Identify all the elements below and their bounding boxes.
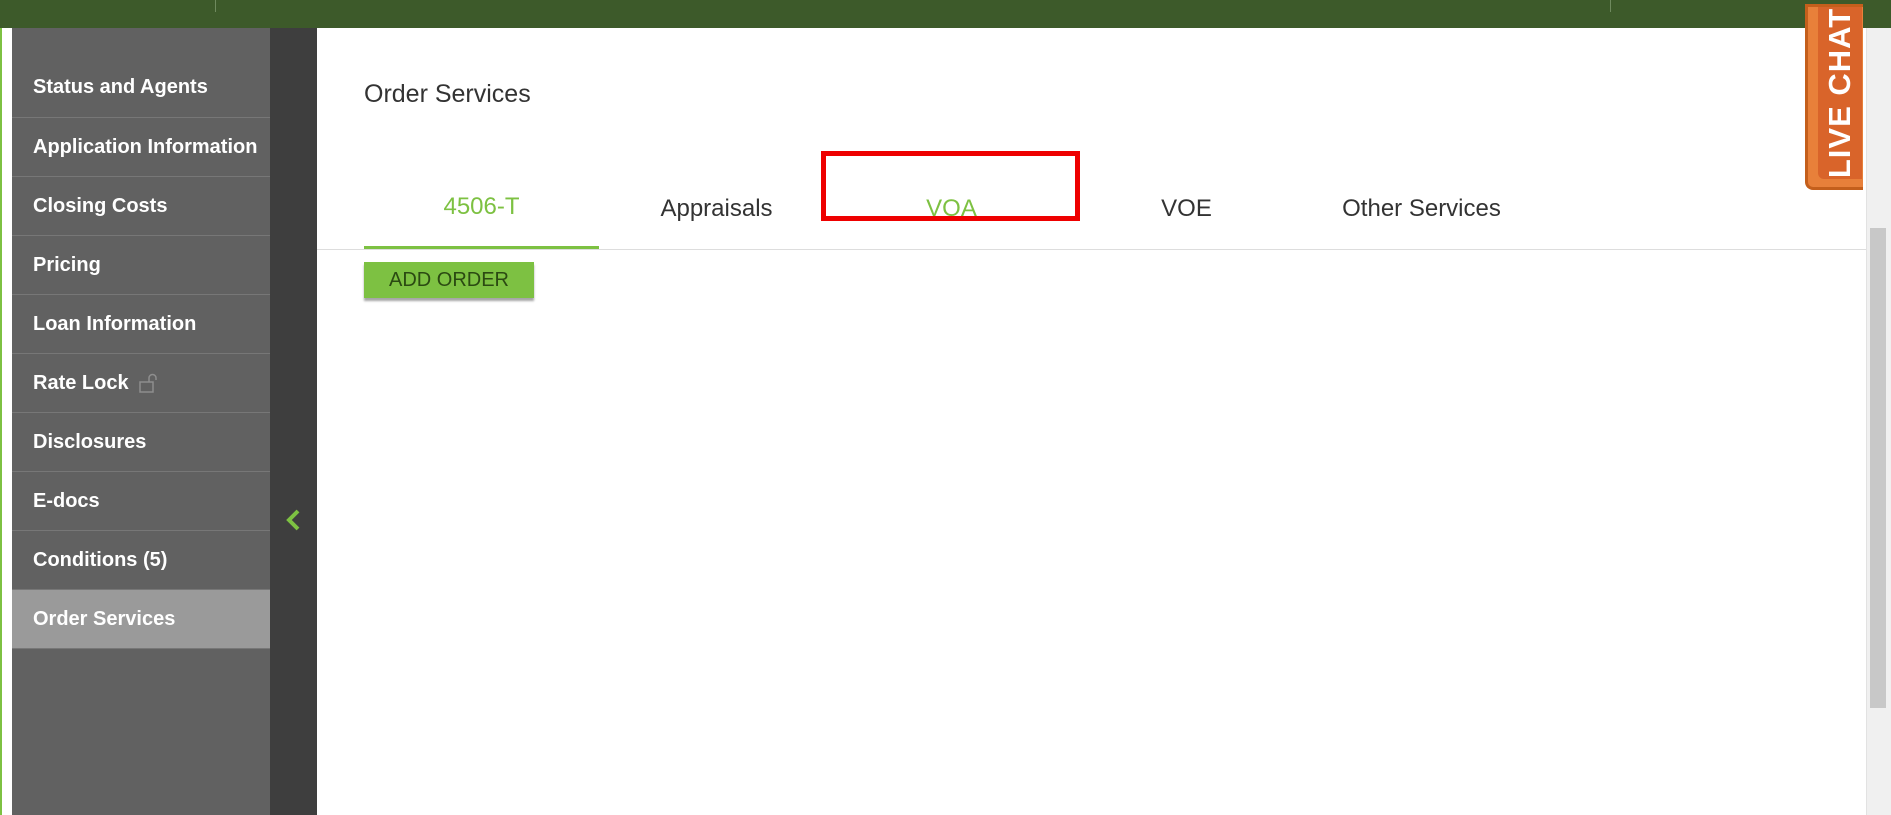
tab-other-services[interactable]: Other Services [1304, 168, 1539, 249]
unlock-icon [138, 373, 157, 393]
collapse-sidebar-button[interactable] [282, 504, 306, 536]
sidebar-item-disclosures[interactable]: Disclosures [12, 413, 270, 472]
sidebar-item-closing-costs[interactable]: Closing Costs [12, 177, 270, 236]
tab-voe[interactable]: VOE [1069, 168, 1304, 249]
header-divider [215, 0, 216, 12]
sidebar-item-label: Status and Agents [33, 76, 208, 98]
chevron-left-icon [286, 509, 300, 531]
tab-appraisals[interactable]: Appraisals [599, 168, 834, 249]
tab-label: 4506-T [443, 193, 520, 220]
sidebar-item-e-docs[interactable]: E-docs [12, 472, 270, 531]
sidebar-item-label: Order Services [33, 607, 176, 630]
sidebar-item-status-and-agents[interactable]: Status and Agents [12, 28, 270, 118]
sidebar-item-label: Pricing [33, 253, 101, 276]
live-chat-label: LIVE CHAT [1822, 7, 1857, 179]
order-services-tabs: 4506-T Appraisals VOA VOE Other Services [317, 168, 1867, 250]
sidebar-item-label: Disclosures [33, 430, 147, 453]
sidebar-collapse-rail [270, 28, 317, 815]
sidebar-item-application-information[interactable]: Application Information [12, 118, 270, 177]
sidebar-item-pricing[interactable]: Pricing [12, 236, 270, 295]
sidebar-item-label: Loan Information [33, 312, 197, 335]
tab-label: VOA [926, 194, 977, 222]
sidebar-item-order-services[interactable]: Order Services [12, 590, 270, 649]
tab-voa[interactable]: VOA [834, 168, 1069, 249]
tab-label: Other Services [1342, 194, 1501, 222]
window-left-edge [0, 28, 12, 815]
sidebar-item-label: Closing Costs [33, 194, 168, 217]
sidebar-item-conditions[interactable]: Conditions (5) [12, 531, 270, 590]
sidebar-item-label: E-docs [33, 489, 100, 512]
main-content: Order Services 4506-T Appraisals VOA VOE… [317, 28, 1867, 815]
tab-label: VOE [1161, 194, 1212, 222]
sidebar-item-label: Application Information [33, 135, 258, 158]
sidebar-item-label: Rate Lock [33, 371, 129, 394]
tab-4506-t[interactable]: 4506-T [364, 168, 599, 249]
app-frame: Status and Agents Application Informatio… [0, 0, 1891, 815]
sidebar: Status and Agents Application Informatio… [12, 28, 270, 815]
page-title: Order Services [364, 80, 531, 108]
sidebar-item-label: Conditions (5) [33, 548, 168, 571]
tab-label: Appraisals [660, 194, 773, 222]
sidebar-item-loan-information[interactable]: Loan Information [12, 295, 270, 354]
add-order-button[interactable]: ADD ORDER [364, 262, 534, 298]
header-divider [1610, 0, 1611, 12]
top-header-bar [0, 0, 1891, 29]
sidebar-item-rate-lock[interactable]: Rate Lock [12, 354, 270, 413]
live-chat-button[interactable]: LIVE CHAT [1805, 4, 1863, 190]
vertical-scrollbar[interactable] [1866, 28, 1891, 815]
scrollbar-thumb[interactable] [1870, 228, 1886, 708]
